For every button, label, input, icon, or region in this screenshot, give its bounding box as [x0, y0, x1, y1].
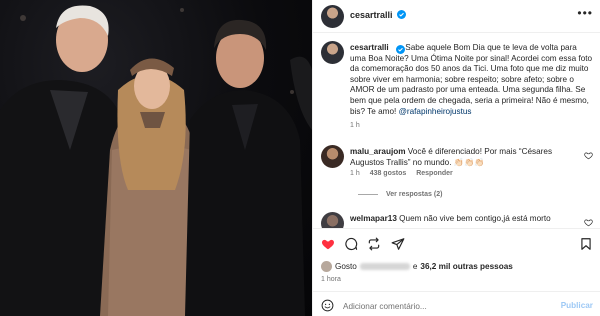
liker-avatar	[321, 261, 332, 272]
share-icon[interactable]	[391, 237, 405, 251]
reply-button[interactable]: Responder	[416, 170, 453, 177]
commenter-username[interactable]: malu_araujom	[350, 147, 406, 156]
photo-people	[0, 5, 312, 316]
comment-time: 1 h	[350, 170, 360, 177]
comment-input[interactable]	[343, 299, 543, 313]
post-photo[interactable]	[0, 0, 312, 316]
like-heart-icon[interactable]	[321, 237, 335, 251]
add-comment-bar: Publicar	[313, 291, 600, 316]
author-username[interactable]: cesartralli	[350, 10, 393, 20]
comment-likes-count[interactable]: 438 gostos	[370, 170, 407, 177]
liker-name-blurred	[359, 263, 410, 270]
post-actions: Gosto e 36,2 mil outras pessoas 1 hora P…	[313, 228, 600, 316]
post-header: cesartralli •••	[313, 0, 600, 33]
repost-icon[interactable]	[367, 237, 381, 251]
caption-verified-badge-icon	[396, 45, 405, 54]
caption-text-block: cesartralli Sabe aquele Bom Dia que te l…	[350, 43, 593, 117]
more-options-icon[interactable]: •••	[577, 6, 593, 20]
caption-body: Sabe aquele Bom Dia que te leva de volta…	[350, 43, 593, 116]
post-side-panel: cesartralli ••• cesartralli Sabe aquele …	[312, 0, 600, 316]
save-bookmark-icon[interactable]	[579, 237, 593, 251]
author-avatar[interactable]	[321, 5, 344, 28]
caption-time: 1 h	[350, 122, 360, 129]
likes-count[interactable]: 36,2 mil outras pessoas	[420, 262, 512, 271]
verified-badge-icon	[397, 10, 406, 19]
post-time: 1 hora	[321, 276, 341, 283]
caption-username[interactable]: cesartralli	[350, 43, 389, 52]
comment-like-icon[interactable]	[584, 151, 593, 160]
publish-button[interactable]: Publicar	[561, 301, 593, 310]
commenter-avatar[interactable]	[321, 145, 344, 168]
comment-text-block: welmapar13 Quem não vive bem contigo,já …	[350, 214, 578, 225]
comment-like-icon[interactable]	[584, 218, 593, 227]
likes-prefix: Gosto	[335, 262, 357, 271]
view-replies-button[interactable]: Ver respostas (2)	[358, 191, 442, 198]
comment-icon[interactable]	[344, 237, 358, 251]
emoji-icon[interactable]	[321, 299, 334, 312]
likes-suffix: e	[412, 262, 418, 271]
comment-emojis: 👏🏻👏🏻👏🏻	[453, 157, 485, 167]
comment-meta: 1 h 438 gostos Responder	[350, 170, 461, 177]
comment-body: Quem não vive bem contigo,já está morto	[399, 214, 551, 223]
commenter-username[interactable]: welmapar13	[350, 214, 397, 223]
caption-author-avatar[interactable]	[321, 41, 344, 64]
likes-summary[interactable]: Gosto e 36,2 mil outras pessoas	[321, 261, 513, 272]
caption-mention-link[interactable]: @rafapinheirojustus	[399, 107, 472, 116]
comment-text-block: malu_araujom Você é diferenciado! Por ma…	[350, 147, 578, 168]
